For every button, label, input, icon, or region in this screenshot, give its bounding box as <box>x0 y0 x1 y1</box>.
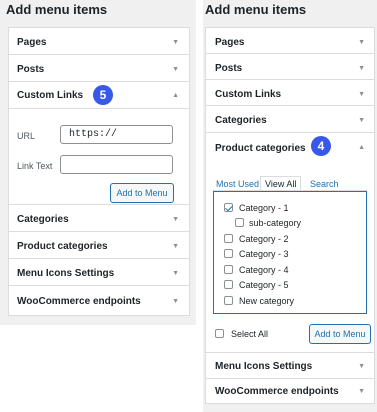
triangle-down-icon: ▼ <box>172 216 179 223</box>
section-categories[interactable]: Categories ▼ <box>9 205 189 232</box>
section-woo-endpoints[interactable]: WooCommerce endpoints ▼ <box>206 379 374 403</box>
triangle-down-icon: ▼ <box>172 270 179 277</box>
section-posts[interactable]: Posts ▼ <box>206 54 374 80</box>
list-item[interactable]: Category - 1 <box>224 202 354 214</box>
triangle-up-icon: ▲ <box>172 92 179 99</box>
section-label: Menu Icons Settings <box>215 361 313 372</box>
checkbox[interactable] <box>224 265 233 274</box>
tab-most-used[interactable]: Most Used <box>216 179 259 190</box>
section-label: Menu Icons Settings <box>17 268 115 279</box>
triangle-down-icon: ▼ <box>358 65 365 72</box>
section-label: Categories <box>215 115 267 126</box>
section-custom-links[interactable]: Custom Links 5 ▲ <box>9 82 189 109</box>
select-all-checkbox[interactable] <box>215 329 224 338</box>
section-product-categories[interactable]: Product categories ▼ <box>9 232 189 259</box>
url-input[interactable]: https:// <box>60 125 173 144</box>
add-to-menu-button[interactable]: Add to Menu <box>110 183 174 203</box>
section-pages[interactable]: Pages ▼ <box>9 28 189 55</box>
triangle-down-icon: ▼ <box>358 117 365 124</box>
right-accordion: Pages ▼ Posts ▼ Custom Links ▼ Categorie… <box>205 27 375 404</box>
section-label: Posts <box>215 63 243 74</box>
checkbox-label: sub-category <box>249 218 302 228</box>
checkbox-label: Category - 1 <box>239 203 289 213</box>
section-label: Categories <box>17 214 69 225</box>
checkbox[interactable] <box>235 218 244 227</box>
list-item[interactable]: Category - 2 <box>224 233 354 245</box>
step-badge: 4 <box>311 136 331 156</box>
category-checklist[interactable]: Category - 1 sub-category Category - 2 C… <box>213 191 367 314</box>
step-badge: 5 <box>93 85 113 105</box>
checkbox-label: Category - 5 <box>239 280 289 290</box>
checkbox-label: New category <box>239 296 295 306</box>
list-item[interactable]: New category <box>224 295 354 307</box>
list-item[interactable]: sub-category <box>235 217 355 229</box>
section-label: Pages <box>17 37 47 48</box>
section-label: WooCommerce endpoints <box>17 296 141 307</box>
section-custom-links[interactable]: Custom Links ▼ <box>206 80 374 106</box>
left-panel: Add menu items Pages ▼ Posts ▼ Custom Li… <box>0 0 196 325</box>
triangle-up-icon: ▲ <box>358 144 365 151</box>
right-panel: Add menu items Pages ▼ Posts ▼ Custom Li… <box>203 0 377 412</box>
link-text-input[interactable] <box>60 155 173 174</box>
add-to-menu-button[interactable]: Add to Menu <box>309 324 371 344</box>
tab-search[interactable]: Search <box>310 179 339 190</box>
checkbox-label: Category - 3 <box>239 249 289 259</box>
section-label: WooCommerce endpoints <box>215 386 339 397</box>
left-accordion: Pages ▼ Posts ▼ Custom Links 5 ▲ URL htt… <box>8 27 190 316</box>
triangle-down-icon: ▼ <box>172 243 179 250</box>
section-label: Custom Links <box>17 90 84 101</box>
panel-title: Add menu items <box>205 2 307 17</box>
triangle-down-icon: ▼ <box>172 298 179 305</box>
url-label: URL <box>17 131 36 141</box>
triangle-down-icon: ▼ <box>358 363 365 370</box>
product-categories-body: Most Used View All Search Category - 1 s… <box>206 161 374 353</box>
panel-title: Add menu items <box>6 2 108 17</box>
section-label: Product categories <box>215 143 306 154</box>
triangle-down-icon: ▼ <box>172 66 179 73</box>
checkbox[interactable] <box>224 280 233 289</box>
list-item[interactable]: Category - 5 <box>224 279 354 291</box>
link-text-label: Link Text <box>17 161 53 171</box>
section-label: Pages <box>215 37 245 48</box>
section-woo-endpoints[interactable]: WooCommerce endpoints ▼ <box>9 286 189 315</box>
triangle-down-icon: ▼ <box>358 388 365 395</box>
checkbox[interactable] <box>224 296 233 305</box>
section-label: Custom Links <box>215 89 282 100</box>
section-label: Posts <box>17 64 45 75</box>
list-item[interactable]: Category - 3 <box>224 248 354 260</box>
section-pages[interactable]: Pages ▼ <box>206 28 374 54</box>
section-menu-icons[interactable]: Menu Icons Settings ▼ <box>9 259 189 286</box>
section-label: Product categories <box>17 241 108 252</box>
triangle-down-icon: ▼ <box>172 39 179 46</box>
checkbox[interactable] <box>224 249 233 258</box>
triangle-down-icon: ▼ <box>358 91 365 98</box>
list-item[interactable]: Category - 4 <box>224 264 354 276</box>
checkbox-label: Category - 4 <box>239 265 289 275</box>
triangle-down-icon: ▼ <box>358 39 365 46</box>
checkbox-checked[interactable] <box>224 203 233 212</box>
section-posts[interactable]: Posts ▼ <box>9 55 189 82</box>
select-all[interactable]: Select All <box>215 328 285 340</box>
checkbox[interactable] <box>224 234 233 243</box>
section-menu-icons[interactable]: Menu Icons Settings ▼ <box>206 353 374 379</box>
section-product-categories[interactable]: Product categories 4 ▲ <box>206 133 374 161</box>
section-categories[interactable]: Categories ▼ <box>206 106 374 133</box>
select-all-label: Select All <box>231 329 269 339</box>
custom-links-body: URL https:// Link Text Add to Menu <box>9 109 189 205</box>
checkbox-label: Category - 2 <box>239 234 289 244</box>
